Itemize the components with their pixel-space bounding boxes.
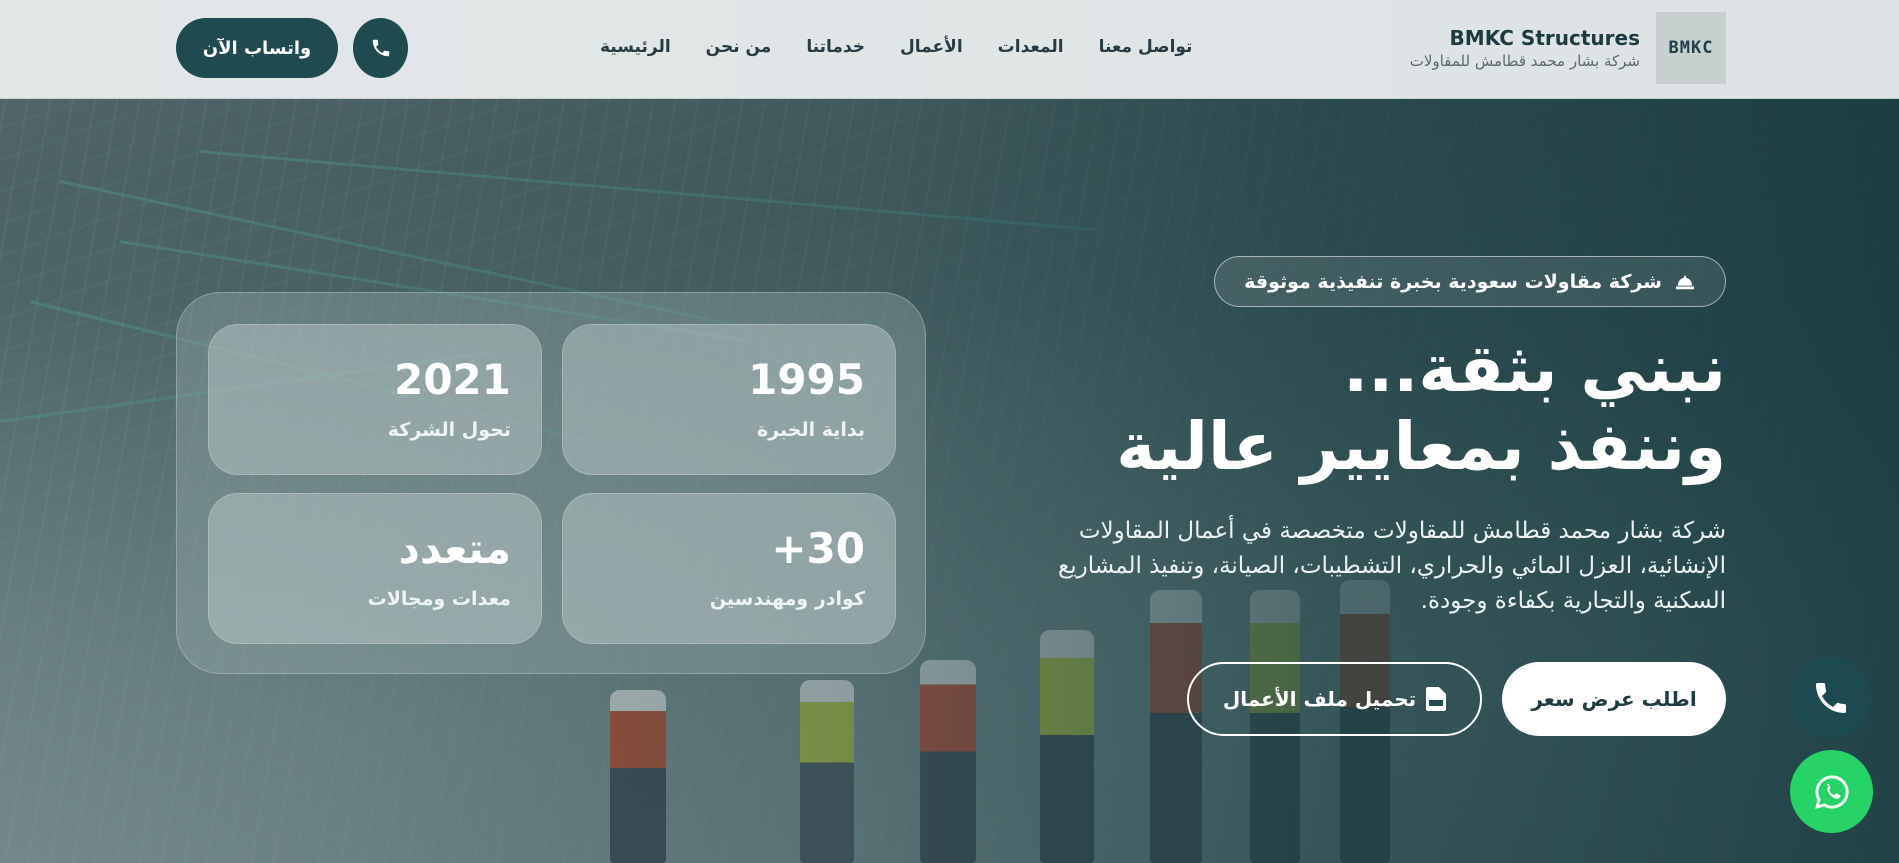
stat-label: تحول الشركة: [387, 419, 511, 441]
hero-headline-line2: وننفذ بمعايير عالية: [1116, 407, 1726, 485]
hero-badge-text: شركة مقاولات سعودية بخبرة تنفيذية موثوقة: [1244, 270, 1662, 293]
stat-card: 30+ كوادر ومهندسين: [562, 493, 896, 644]
header-whatsapp-button[interactable]: واتساب الآن: [176, 18, 338, 78]
stat-value: 30+: [771, 524, 865, 573]
stat-label: بداية الخبرة: [756, 419, 865, 441]
hero-badge: شركة مقاولات سعودية بخبرة تنفيذية موثوقة: [1214, 256, 1726, 307]
download-portfolio-label: تحميل ملف الأعمال: [1222, 687, 1417, 711]
site-header: BMKC BMKC Structures شركة بشار محمد قطام…: [0, 0, 1899, 99]
phone-icon: [1815, 682, 1846, 713]
stat-card: 2021 تحول الشركة: [208, 324, 542, 475]
floating-call-button[interactable]: [1790, 657, 1871, 738]
stat-value: 2021: [394, 355, 511, 404]
nav-item-home[interactable]: الرئيسية: [600, 37, 671, 63]
company-logo[interactable]: BMKC: [1656, 12, 1726, 84]
stat-value: متعدد: [398, 524, 511, 573]
stat-card: متعدد معدات ومجالات: [208, 493, 542, 644]
stats-panel: 1995 بداية الخبرة 2021 تحول الشركة 30+ ك…: [176, 292, 926, 674]
logo-text: BMKC: [1668, 38, 1714, 58]
request-quote-button[interactable]: اطلب عرض سعر: [1502, 662, 1726, 736]
nav-item-about[interactable]: من نحن: [706, 37, 772, 63]
hero-description: شركة بشار محمد قطامش للمقاولات متخصصة في…: [1057, 518, 1726, 614]
stat-label: كوادر ومهندسين: [709, 588, 865, 610]
header-call-button[interactable]: [353, 18, 408, 78]
stat-label: معدات ومجالات: [367, 588, 511, 610]
hero-headline: نبني بثقة... وننفذ بمعايير عالية: [1080, 330, 1726, 486]
brand-title[interactable]: BMKC Structures: [1380, 26, 1640, 50]
helmet-icon: [1675, 275, 1694, 289]
stat-card: 1995 بداية الخبرة: [562, 324, 896, 475]
floating-whatsapp-button[interactable]: [1790, 750, 1873, 833]
whatsapp-icon: [1814, 775, 1849, 809]
main-nav: الرئيسية من نحن خدماتنا الأعمال المعدات …: [600, 37, 1200, 63]
nav-item-equipment[interactable]: المعدات: [998, 37, 1064, 63]
nav-item-projects[interactable]: الأعمال: [900, 37, 963, 63]
file-pdf-icon: [1426, 687, 1447, 711]
brand-subtitle: شركة بشار محمد قطامش للمقاولات: [1409, 52, 1640, 70]
hero-headline-line1: نبني بثقة...: [1343, 330, 1726, 407]
phone-icon: [372, 39, 389, 57]
nav-item-contact[interactable]: تواصل معنا: [1099, 37, 1193, 63]
nav-item-services[interactable]: خدماتنا: [806, 37, 865, 63]
stat-value: 1995: [748, 355, 865, 404]
download-portfolio-button[interactable]: تحميل ملف الأعمال: [1187, 662, 1482, 736]
